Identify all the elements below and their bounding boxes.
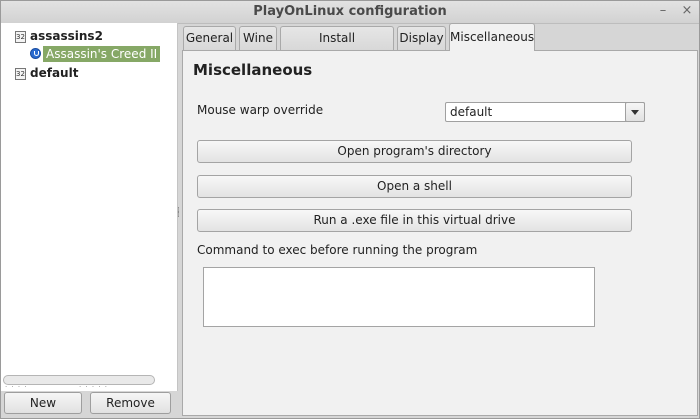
prefix-label: assassins2: [30, 29, 103, 43]
mouse-warp-label: Mouse warp override: [197, 103, 324, 117]
run-exe-button[interactable]: Run a .exe file in this virtual drive: [197, 209, 632, 232]
window-title: PlayOnLinux configuration: [253, 4, 447, 19]
tab-install-components[interactable]: Install components: [280, 26, 394, 67]
misc-tab-panel: Miscellaneous Mouse warp override defaul…: [182, 50, 698, 416]
prefix-label: default: [30, 66, 79, 80]
program-label: Assassin's Creed II: [43, 45, 161, 62]
title-bar: PlayOnLinux configuration – ×: [1, 1, 699, 24]
tab-wine[interactable]: Wine: [239, 26, 277, 50]
minimize-button[interactable]: –: [655, 3, 671, 19]
mouse-warp-value: default: [450, 105, 493, 119]
panel-splitter-handle[interactable]: ⁞ ⁞: [177, 207, 180, 220]
prefix-tree[interactable]: 32 assassins2 Assassin's Creed II 32 defau…: [1, 23, 178, 391]
new-button[interactable]: New: [4, 392, 82, 414]
command-textarea[interactable]: [203, 267, 595, 327]
tree-item-assassins-creed-ii[interactable]: Assassin's Creed II: [30, 45, 161, 62]
splitter-grip-icon[interactable]: · · · ·: [5, 384, 28, 391]
tree-item-assassins2[interactable]: 32 assassins2: [15, 28, 103, 45]
mouse-warp-select[interactable]: default: [445, 102, 645, 122]
prefix-32bit-icon: 32: [15, 30, 26, 43]
command-label: Command to exec before running the progr…: [197, 243, 478, 257]
open-shell-button[interactable]: Open a shell: [197, 175, 632, 198]
chevron-down-icon[interactable]: [625, 102, 645, 122]
tree-item-default[interactable]: 32 default: [15, 65, 78, 82]
prefix-32bit-icon: 32: [15, 67, 26, 80]
section-heading: Miscellaneous: [193, 61, 313, 79]
config-window: PlayOnLinux configuration – × 32 assassin…: [0, 0, 700, 419]
tab-miscellaneous[interactable]: Miscellaneous: [449, 23, 535, 51]
close-button[interactable]: ×: [679, 3, 695, 19]
program-icon: [30, 48, 41, 59]
tab-general[interactable]: General: [183, 26, 236, 50]
open-directory-button[interactable]: Open program's directory: [197, 140, 632, 163]
remove-button[interactable]: Remove: [90, 392, 171, 414]
tab-display[interactable]: Display: [397, 26, 446, 50]
splitter-grip-icon[interactable]: · · · · ·: [79, 384, 108, 391]
